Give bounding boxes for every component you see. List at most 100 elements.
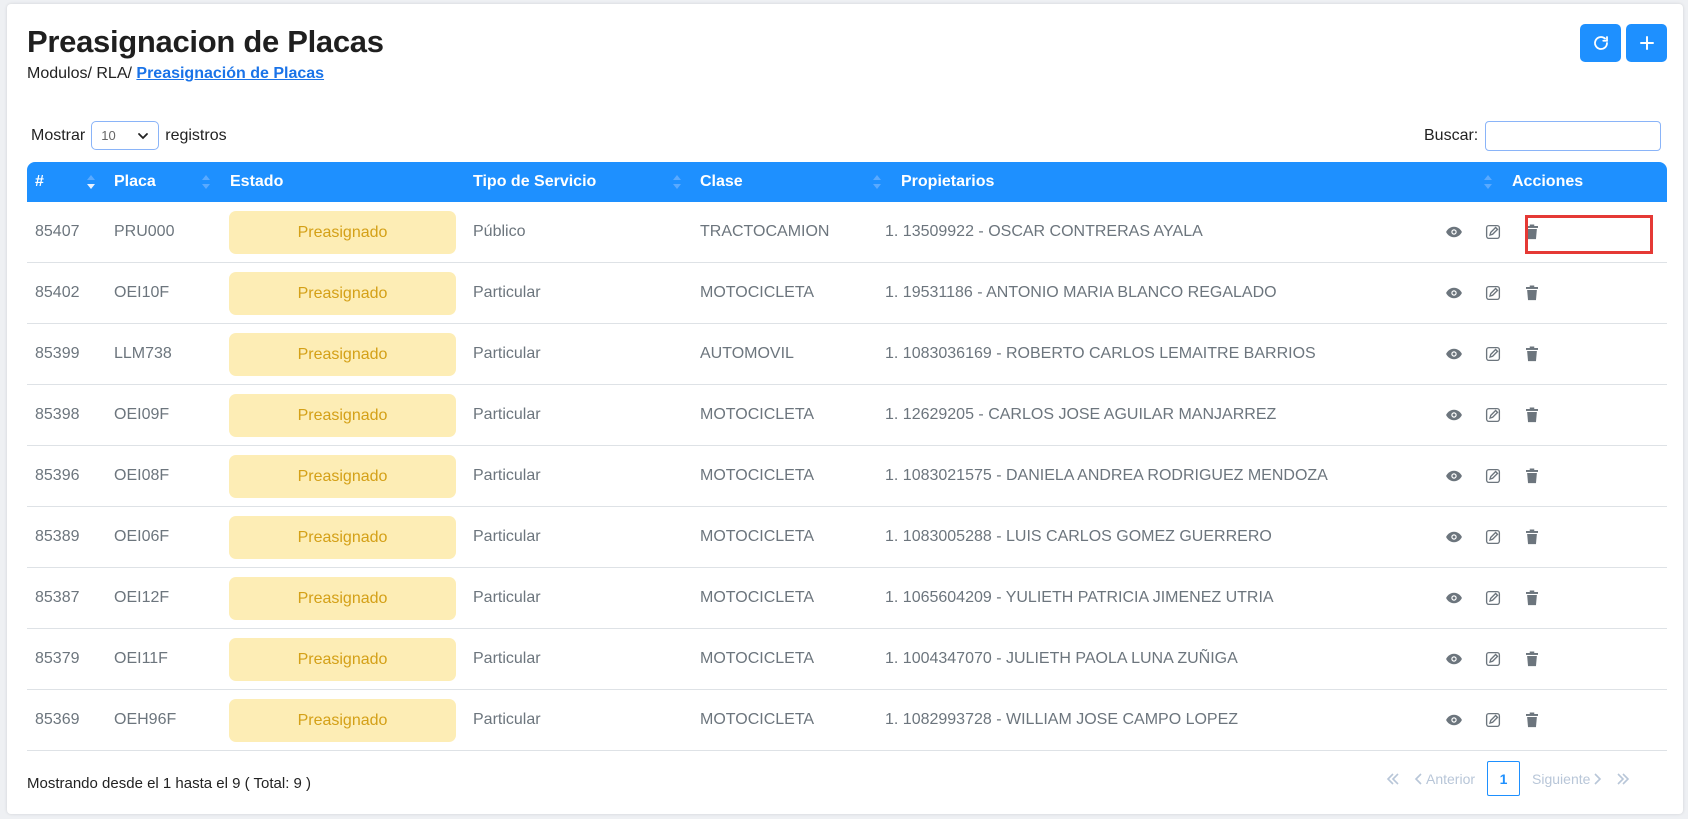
add-button[interactable] [1626,24,1667,62]
sort-desc-icon[interactable] [86,174,96,190]
column-header-propietarios[interactable]: Propietarios [901,162,994,202]
cell-id: 85379 [35,650,80,667]
edit-button[interactable] [1476,520,1510,554]
trash-icon [1523,467,1541,485]
trash-icon [1523,284,1541,302]
search-label: Buscar: [1424,127,1479,144]
row-actions [1437,202,1554,262]
view-button[interactable] [1437,398,1471,432]
eye-icon [1445,345,1463,363]
sort-icon[interactable] [201,174,211,190]
edit-button[interactable] [1476,276,1510,310]
edit-button[interactable] [1476,337,1510,371]
cell-propietario: 1. 1004347070 - JULIETH PAOLA LUNA ZUÑIG… [885,650,1238,667]
breadcrumb-current-link[interactable]: Preasignación de Placas [136,65,324,82]
cell-propietario: 1. 1083021575 - DANIELA ANDREA RODRIGUEZ… [885,467,1328,484]
edit-button[interactable] [1476,703,1510,737]
delete-button[interactable] [1515,642,1549,676]
status-badge: Preasignado [229,394,456,437]
delete-button[interactable] [1515,215,1549,249]
last-page-button[interactable] [1616,772,1630,786]
refresh-icon [1593,36,1608,50]
prev-page-button[interactable]: Anterior [1412,771,1475,787]
prev-page-label: Anterior [1426,770,1476,787]
cell-clase: MOTOCICLETA [700,711,815,728]
cell-servicio: Público [473,223,526,240]
edit-button[interactable] [1476,215,1510,249]
double-chevron-left-icon [1386,772,1399,785]
eye-icon [1445,284,1463,302]
plus-icon [1639,36,1654,50]
search-control: Buscar: [1424,121,1662,151]
table-row: 85369 OEH96F Preasignado Particular MOTOCICL… [27,690,1667,751]
chevron-left-icon [1414,772,1422,785]
records-label: registros [165,126,227,144]
cell-servicio: Particular [473,406,541,423]
search-input[interactable] [1485,121,1662,151]
sort-icon[interactable] [672,174,682,190]
status-badge: Preasignado [229,211,456,254]
view-button[interactable] [1437,215,1471,249]
cell-id: 85402 [35,284,80,301]
refresh-button[interactable] [1580,24,1621,62]
row-actions [1437,568,1554,628]
delete-button[interactable] [1515,337,1549,371]
table-row: 85389 OEI06F Preasignado Particular MOTOCICL… [27,507,1667,568]
delete-button[interactable] [1515,703,1549,737]
row-actions [1437,629,1554,689]
cell-clase: MOTOCICLETA [700,467,815,484]
view-button[interactable] [1437,642,1471,676]
first-page-button[interactable] [1386,772,1400,786]
view-button[interactable] [1437,459,1471,493]
column-header-clase[interactable]: Clase [700,162,743,202]
cell-placa: LLM738 [114,345,172,362]
delete-button[interactable] [1515,520,1549,554]
table-row: 85379 OEI11F Preasignado Particular MOTOCICL… [27,629,1667,690]
column-header-placa[interactable]: Placa [114,162,156,202]
cell-propietario: 1. 1083005288 - LUIS CARLOS GOMEZ GUERRE… [885,528,1272,545]
cell-placa: OEI08F [114,467,170,484]
edit-button[interactable] [1476,398,1510,432]
view-button[interactable] [1437,337,1471,371]
cell-id: 85396 [35,467,80,484]
plates-table: # Placa Estado Tipo de Servicio Clase Pr… [27,162,1667,751]
table-row: 85398 OEI09F Preasignado Particular MOTOCICL… [27,385,1667,446]
edit-button[interactable] [1476,459,1510,493]
delete-button[interactable] [1515,398,1549,432]
table-row: 85407 PRU000 Preasignado Público TRACTOCAMIO… [27,202,1667,263]
cell-propietario: 1. 1082993728 - WILLIAM JOSE CAMPO LOPEZ [885,711,1239,728]
delete-button[interactable] [1515,276,1549,310]
view-button[interactable] [1437,581,1471,615]
cell-servicio: Particular [473,589,541,606]
cell-placa: OEI10F [114,284,170,301]
trash-icon [1523,406,1541,424]
delete-button[interactable] [1515,459,1549,493]
status-badge: Preasignado [229,455,456,498]
cell-placa: OEI06F [114,528,170,545]
cell-placa: OEI09F [114,406,170,423]
cell-servicio: Particular [473,284,541,301]
trash-icon [1523,711,1541,729]
edit-icon [1484,284,1502,302]
page-1-button[interactable]: 1 [1487,761,1521,796]
column-header-id[interactable]: # [35,162,44,202]
page-length-select[interactable]: 10 [91,121,160,150]
cell-servicio: Particular [473,650,541,667]
sort-icon[interactable] [1483,174,1493,190]
table-row: 85387 OEI12F Preasignado Particular MOTOCICL… [27,568,1667,629]
next-page-label: Siguiente [1532,770,1591,787]
column-header-estado[interactable]: Estado [230,162,283,202]
view-button[interactable] [1437,520,1471,554]
edit-icon [1484,650,1502,668]
edit-button[interactable] [1476,581,1510,615]
cell-servicio: Particular [473,467,541,484]
cell-servicio: Particular [473,711,541,728]
sort-icon[interactable] [872,174,882,190]
view-button[interactable] [1437,703,1471,737]
column-header-servicio[interactable]: Tipo de Servicio [473,162,596,202]
delete-button[interactable] [1515,581,1549,615]
view-button[interactable] [1437,276,1471,310]
next-page-button[interactable]: Siguiente [1532,771,1604,787]
edit-button[interactable] [1476,642,1510,676]
eye-icon [1445,467,1463,485]
